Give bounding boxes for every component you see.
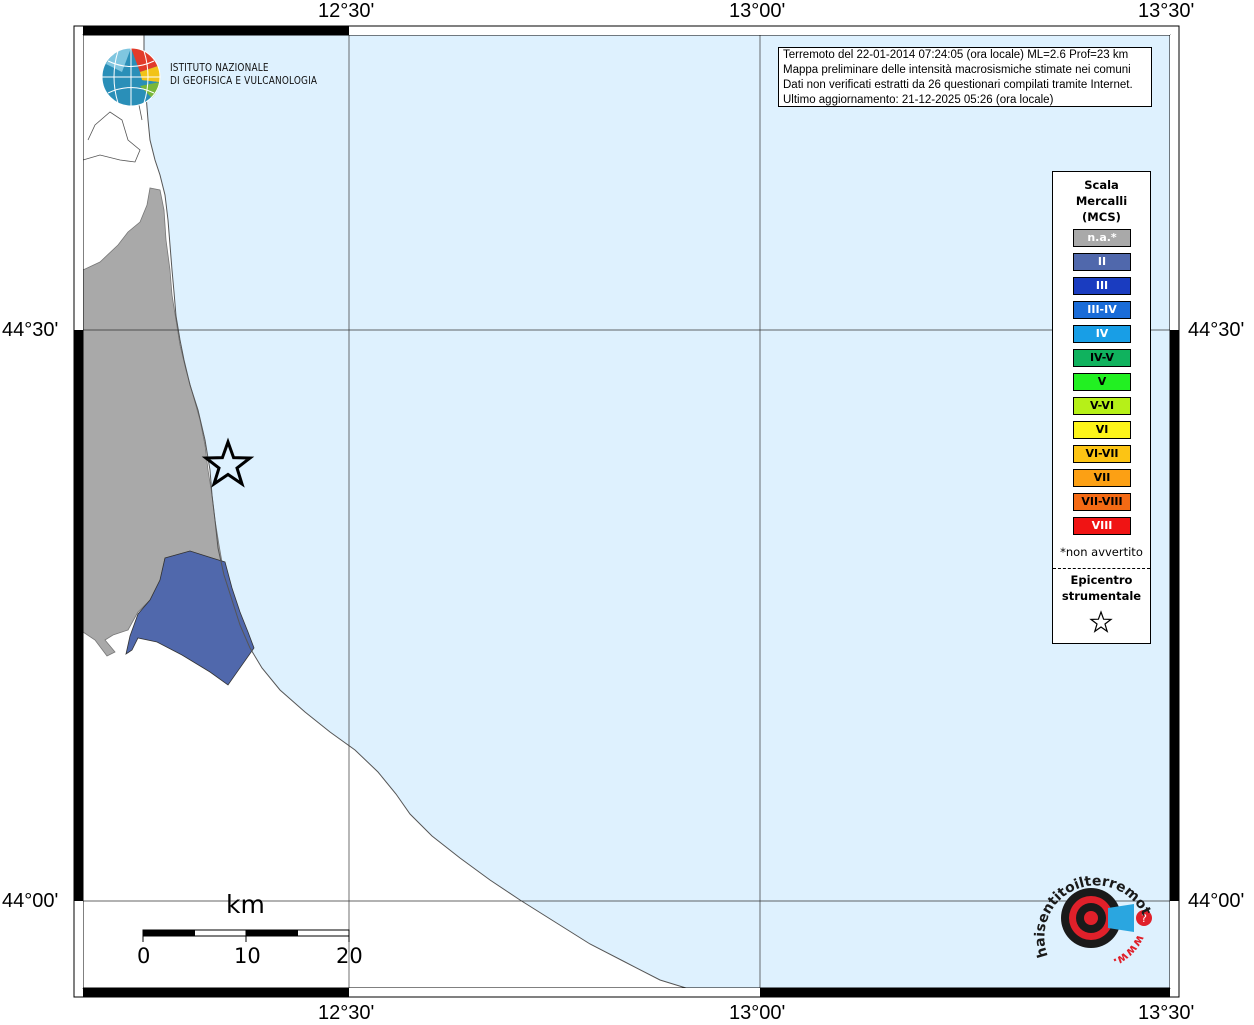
legend-swatch-vi: VI	[1073, 421, 1131, 439]
tick-bottom-1230: 12°30'	[318, 1002, 375, 1024]
tick-top-1330: 13°30'	[1138, 0, 1195, 22]
tick-right-4400: 44°00'	[1188, 890, 1245, 912]
legend-swatch-iv-v: IV-V	[1073, 349, 1131, 367]
legend-swatch-ii: II	[1073, 253, 1131, 271]
legend-epi-line: strumentale	[1061, 589, 1142, 603]
event-info-line: Ultimo aggiornamento: 21-12-2025 05:26 (…	[783, 94, 1054, 106]
legend-epi-line: Epicentro	[1070, 573, 1133, 587]
tick-top-1300: 13°00'	[729, 0, 786, 22]
legend-swatch-vii: VII	[1073, 469, 1131, 487]
ingv-globe-icon	[101, 47, 161, 107]
legend-title-line: Scala	[1084, 178, 1119, 192]
scale-label-0: 0	[137, 944, 151, 968]
tick-top-1230: 12°30'	[318, 0, 375, 22]
scale-label-10: 10	[234, 944, 261, 968]
legend-swatch-vi-vii: VI-VII	[1073, 445, 1131, 463]
legend-swatch-iv: IV	[1073, 325, 1131, 343]
haisentito-www: www.	[1111, 933, 1148, 970]
tick-left-4430: 44°30'	[2, 319, 59, 341]
logo-line: DI GEOFISICA E VULCANOLOGIA	[170, 75, 318, 87]
legend-swatch-vii-viii: VII-VIII	[1073, 493, 1131, 511]
tick-bottom-1300: 13°00'	[729, 1002, 786, 1024]
tick-bottom-1330: 13°30'	[1138, 1002, 1195, 1024]
event-info-box: Terremoto del 22-01-2014 07:24:05 (ora l…	[778, 47, 1152, 107]
legend-swatch-n-a-: n.a.*	[1073, 229, 1131, 247]
legend-swatch-iii: III	[1073, 277, 1131, 295]
haisentito-logo: ? haisentitoilterremoto.it www.	[1026, 856, 1154, 970]
legend-title-line: (MCS)	[1082, 210, 1121, 224]
legend-swatch-iii-iv: III-IV	[1073, 301, 1131, 319]
tick-left-4400: 44°00'	[2, 890, 59, 912]
tick-right-4430: 44°30'	[1188, 319, 1245, 341]
event-info-line: Dati non verificati estratti da 26 quest…	[783, 79, 1133, 91]
ingv-logo-text: ISTITUTO NAZIONALE DI GEOFISICA E VULCAN…	[170, 62, 317, 88]
event-info-line: Terremoto del 22-01-2014 07:24:05 (ora l…	[783, 49, 1129, 61]
logo-line: ISTITUTO NAZIONALE	[170, 62, 269, 74]
legend-swatch-viii: VIII	[1073, 517, 1131, 535]
scale-unit: km	[226, 890, 265, 919]
legend-title-line: Mercalli	[1075, 194, 1128, 208]
legend-separator	[1053, 568, 1150, 569]
scale-label-20: 20	[336, 944, 363, 968]
legend-note: *non avvertito	[1060, 545, 1143, 559]
event-info-line: Mappa preliminare delle intensità macros…	[783, 64, 1131, 76]
legend-epicenter-label: Epicentro strumentale	[1053, 572, 1150, 604]
legend-swatch-v: V	[1073, 373, 1131, 391]
legend-swatch-v-vi: V-VI	[1073, 397, 1131, 415]
mercalli-legend: Scala Mercalli (MCS) n.a.* II III III-IV IV I…	[1052, 171, 1151, 644]
legend-title: Scala Mercalli (MCS)	[1053, 177, 1150, 225]
legend-star-icon	[1089, 610, 1113, 633]
